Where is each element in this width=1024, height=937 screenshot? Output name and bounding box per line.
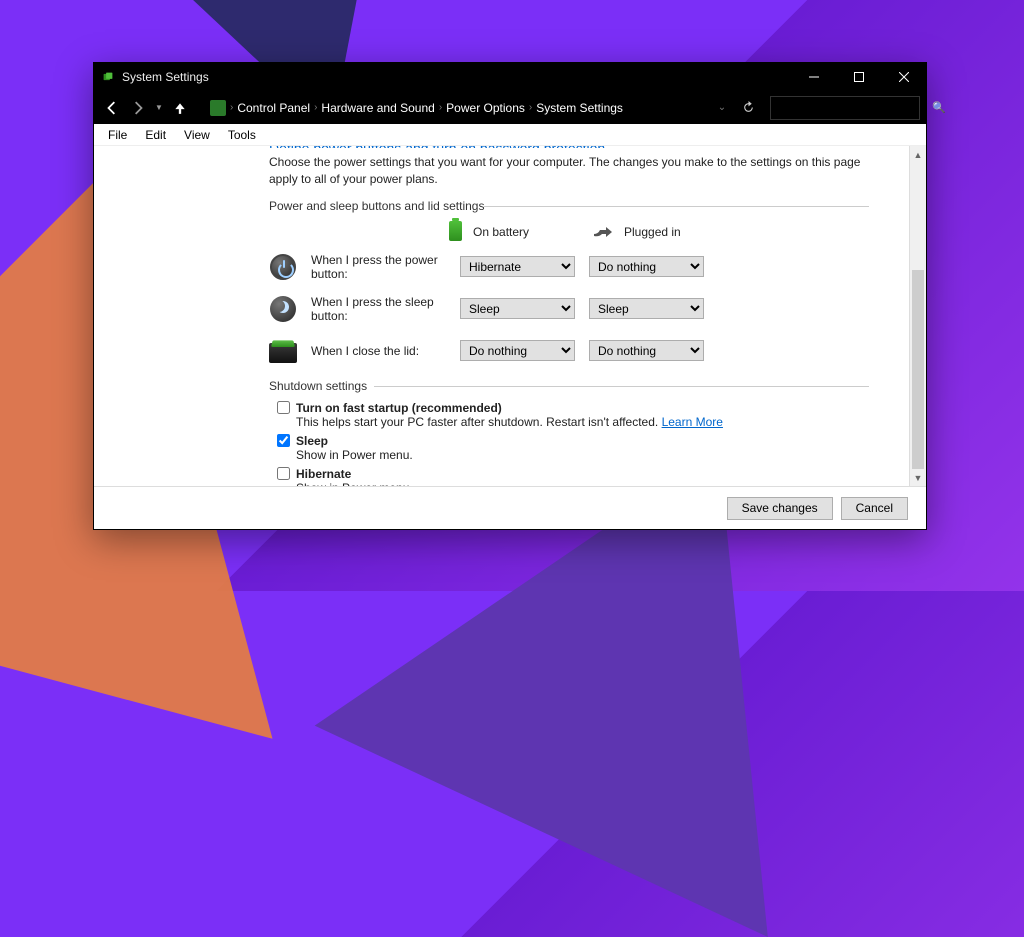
chevron-right-icon[interactable]: ›: [314, 102, 317, 113]
cancel-button[interactable]: Cancel: [841, 497, 908, 520]
breadcrumb-item[interactable]: Control Panel: [237, 101, 310, 115]
sleep-button-icon: [269, 295, 297, 323]
vertical-scrollbar[interactable]: ▲ ▼: [909, 146, 926, 486]
search-icon[interactable]: 🔍: [932, 101, 946, 114]
page-heading: Define power buttons and turn on passwor…: [269, 146, 869, 148]
system-settings-window: System Settings ▼ › Control Panel › Hard…: [93, 62, 927, 530]
learn-more-link[interactable]: Learn More: [662, 415, 723, 429]
lid-battery-select[interactable]: Do nothing: [460, 340, 575, 361]
save-changes-button[interactable]: Save changes: [727, 497, 833, 520]
sleep-button-plugged-select[interactable]: Sleep: [589, 298, 704, 319]
chevron-right-icon[interactable]: ›: [230, 102, 233, 113]
row-close-lid: When I close the lid: Do nothing Do noth…: [269, 337, 869, 365]
sleep-button-battery-select[interactable]: Sleep: [460, 298, 575, 319]
app-icon: [100, 69, 116, 85]
power-button-battery-select[interactable]: Hibernate: [460, 256, 575, 277]
menu-tools[interactable]: Tools: [220, 126, 264, 144]
plug-icon: [592, 225, 616, 239]
lid-icon: [269, 337, 297, 365]
row-label: When I close the lid:: [311, 344, 446, 358]
menu-file[interactable]: File: [100, 126, 135, 144]
sleep-checkbox[interactable]: [277, 434, 290, 447]
scroll-down-button[interactable]: ▼: [910, 469, 926, 486]
hibernate-label: Hibernate: [296, 467, 351, 481]
fast-startup-sub: This helps start your PC faster after sh…: [296, 415, 869, 429]
col-plugged-label: Plugged in: [624, 225, 681, 239]
row-label: When I press the power button:: [311, 253, 446, 281]
sleep-sub: Show in Power menu.: [296, 448, 869, 462]
content-area: Define power buttons and turn on passwor…: [94, 146, 909, 486]
footer: Save changes Cancel: [94, 486, 926, 529]
scroll-thumb[interactable]: [912, 270, 924, 469]
menu-bar: File Edit View Tools: [94, 124, 926, 146]
row-sleep-button: When I press the sleep button: Sleep Sle…: [269, 295, 869, 323]
scroll-track[interactable]: [910, 163, 926, 469]
sleep-item: Sleep Show in Power menu.: [277, 434, 869, 462]
sleep-label: Sleep: [296, 434, 328, 448]
address-dropdown[interactable]: ⌄: [712, 102, 732, 113]
forward-button[interactable]: [126, 96, 150, 120]
search-box[interactable]: 🔍: [770, 96, 920, 120]
breadcrumb-item[interactable]: System Settings: [536, 101, 623, 115]
maximize-button[interactable]: [836, 63, 881, 91]
navigation-bar: ▼ › Control Panel › Hardware and Sound ›…: [94, 91, 926, 124]
back-button[interactable]: [100, 96, 124, 120]
breadcrumb-item[interactable]: Hardware and Sound: [321, 101, 434, 115]
breadcrumb-icon: [210, 100, 226, 116]
titlebar: System Settings: [94, 63, 926, 91]
fast-startup-label: Turn on fast startup (recommended): [296, 401, 502, 415]
menu-view[interactable]: View: [176, 126, 218, 144]
search-input[interactable]: [777, 101, 932, 115]
menu-edit[interactable]: Edit: [137, 126, 174, 144]
hibernate-item: Hibernate Show in Power menu.: [277, 467, 869, 486]
minimize-button[interactable]: [791, 63, 836, 91]
column-headers: On battery Plugged in: [269, 221, 869, 243]
row-power-button: When I press the power button: Hibernate…: [269, 253, 869, 281]
refresh-button[interactable]: [734, 96, 762, 120]
power-button-icon: [269, 253, 297, 281]
hibernate-checkbox[interactable]: [277, 467, 290, 480]
col-battery-label: On battery: [473, 225, 529, 239]
window-title: System Settings: [122, 70, 791, 84]
section-power-title: Power and sleep buttons and lid settings: [269, 199, 869, 213]
section-shutdown-title: Shutdown settings: [269, 379, 869, 393]
breadcrumb-item[interactable]: Power Options: [446, 101, 525, 115]
lid-plugged-select[interactable]: Do nothing: [589, 340, 704, 361]
row-label: When I press the sleep button:: [311, 295, 446, 323]
power-button-plugged-select[interactable]: Do nothing: [589, 256, 704, 277]
chevron-right-icon[interactable]: ›: [439, 102, 442, 113]
scroll-up-button[interactable]: ▲: [910, 146, 926, 163]
up-button[interactable]: [168, 96, 192, 120]
fast-startup-checkbox[interactable]: [277, 401, 290, 414]
battery-icon: [449, 221, 465, 243]
close-button[interactable]: [881, 63, 926, 91]
chevron-right-icon[interactable]: ›: [529, 102, 532, 113]
recent-dropdown[interactable]: ▼: [152, 96, 166, 120]
breadcrumb: › Control Panel › Hardware and Sound › P…: [204, 96, 710, 120]
page-description: Choose the power settings that you want …: [269, 154, 869, 189]
fast-startup-item: Turn on fast startup (recommended) This …: [277, 401, 869, 429]
